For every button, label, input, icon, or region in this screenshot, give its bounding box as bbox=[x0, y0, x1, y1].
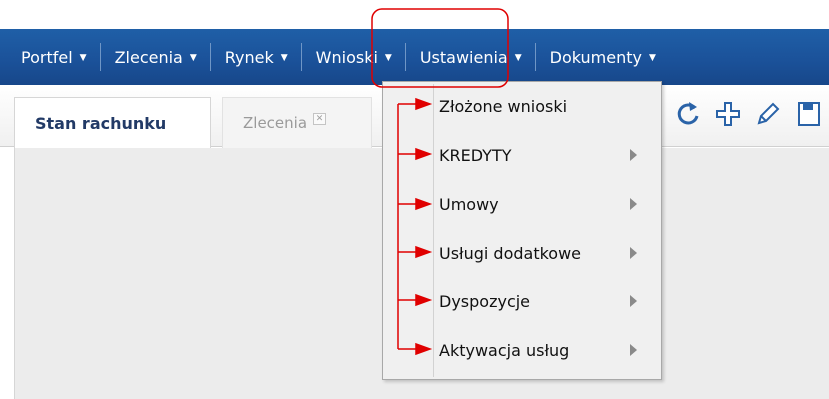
menu-item-label: Dyspozycje bbox=[439, 291, 531, 311]
chevron-down-icon: ▼ bbox=[384, 53, 392, 63]
menu-item-uslugi-dodatkowe[interactable]: Usługi dodatkowe bbox=[439, 233, 659, 273]
wnioski-dropdown: Złożone wnioski KREDYTY Umowy Usługi dod… bbox=[382, 81, 662, 380]
menu-rynek[interactable]: Rynek ▼ bbox=[211, 29, 301, 85]
main-menu-bar: Portfel ▼ Zlecenia ▼ Rynek ▼ Wnioski ▼ U… bbox=[0, 29, 829, 85]
submenu-arrow-icon bbox=[630, 198, 637, 210]
menu-item-label: Złożone wnioski bbox=[439, 96, 568, 116]
chevron-down-icon: ▼ bbox=[280, 53, 288, 63]
menu-zlecenia-label: Zlecenia bbox=[114, 47, 183, 67]
menu-item-umowy[interactable]: Umowy bbox=[439, 184, 659, 224]
save-icon[interactable] bbox=[792, 98, 824, 130]
menu-item-label: Umowy bbox=[439, 194, 499, 214]
chevron-down-icon: ▼ bbox=[514, 53, 522, 63]
menu-ustawienia[interactable]: Ustawienia ▼ bbox=[406, 29, 535, 85]
menu-ustawienia-label: Ustawienia bbox=[419, 47, 508, 67]
chevron-down-icon: ▼ bbox=[189, 53, 197, 63]
menu-item-label: Aktywacja usług bbox=[439, 340, 570, 360]
tab-stan-rachunku-label: Stan rachunku bbox=[35, 113, 167, 133]
menu-portfel[interactable]: Portfel ▼ bbox=[0, 29, 100, 85]
menu-item-dyspozycje[interactable]: Dyspozycje bbox=[439, 281, 659, 321]
menu-item-zlozone-wnioski[interactable]: Złożone wnioski bbox=[439, 86, 659, 126]
menu-item-label: Usługi dodatkowe bbox=[439, 243, 582, 263]
tab-zlecenia[interactable]: Zlecenia ✕ bbox=[222, 97, 372, 148]
menu-item-aktywacja-uslug[interactable]: Aktywacja usług bbox=[439, 330, 659, 370]
add-icon[interactable] bbox=[712, 98, 744, 130]
menu-dokumenty[interactable]: Dokumenty ▼ bbox=[536, 29, 669, 85]
menu-dokumenty-label: Dokumenty bbox=[549, 47, 642, 67]
chevron-down-icon: ▼ bbox=[79, 53, 87, 63]
refresh-icon[interactable] bbox=[672, 98, 704, 130]
menu-rynek-label: Rynek bbox=[224, 47, 274, 67]
submenu-arrow-icon bbox=[630, 149, 637, 161]
menu-gutter bbox=[433, 84, 434, 377]
menu-item-kredyty[interactable]: KREDYTY bbox=[439, 135, 659, 175]
toolbar bbox=[672, 94, 824, 134]
edit-icon[interactable] bbox=[752, 98, 784, 130]
menu-wnioski[interactable]: Wnioski ▼ bbox=[302, 29, 405, 85]
menu-portfel-label: Portfel bbox=[21, 47, 73, 67]
submenu-arrow-icon bbox=[630, 344, 637, 356]
submenu-arrow-icon bbox=[630, 295, 637, 307]
tab-stan-rachunku[interactable]: Stan rachunku bbox=[14, 97, 211, 148]
close-icon[interactable]: ✕ bbox=[313, 113, 327, 125]
menu-wnioski-label: Wnioski bbox=[315, 47, 378, 67]
menu-zlecenia[interactable]: Zlecenia ▼ bbox=[101, 29, 210, 85]
submenu-arrow-icon bbox=[630, 247, 637, 259]
chevron-down-icon: ▼ bbox=[648, 53, 656, 63]
tab-zlecenia-label: Zlecenia bbox=[243, 114, 308, 132]
menu-item-label: KREDYTY bbox=[439, 145, 512, 165]
